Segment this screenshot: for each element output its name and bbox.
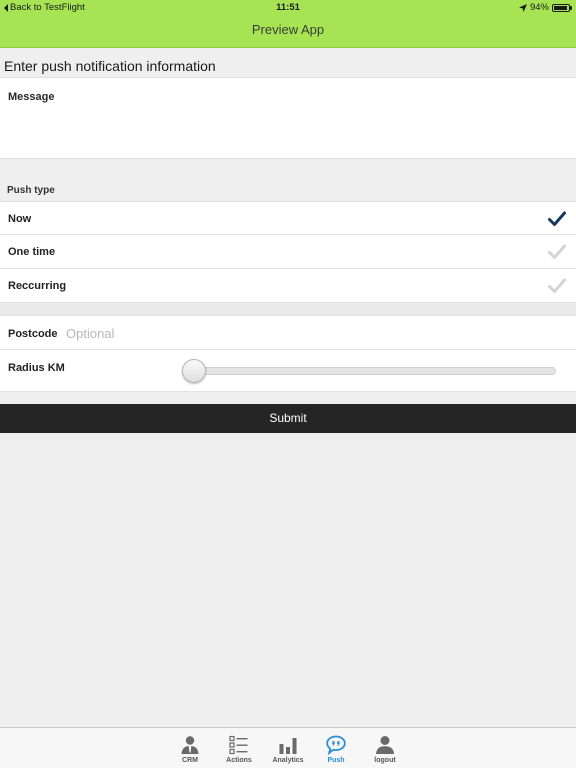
push-type-label: Push type — [7, 185, 55, 196]
tab-actions[interactable]: Actions — [215, 728, 263, 768]
radius-slider-track[interactable] — [190, 367, 556, 375]
postcode-input[interactable]: Optional — [66, 326, 114, 341]
tab-label: Push — [327, 757, 345, 764]
radius-slider-thumb[interactable] — [182, 359, 206, 383]
radius-label: Radius KM — [8, 362, 65, 374]
message-field[interactable]: Message — [0, 77, 576, 159]
tab-label: CRM — [182, 757, 198, 764]
tab-label: Analytics — [272, 757, 304, 764]
app-header: Back to TestFlight 11:51 94% Preview App — [0, 0, 576, 48]
checkmark-icon — [548, 211, 566, 226]
tab-bar: CRM Actions Analytics Push logout — [0, 727, 576, 768]
tab-crm[interactable]: CRM — [166, 728, 214, 768]
speech-bubble-icon — [326, 735, 346, 755]
battery-percent: 94% — [529, 2, 549, 13]
status-bar: Back to TestFlight 11:51 94% — [0, 0, 576, 15]
tab-label: logout — [374, 757, 396, 764]
tab-logout[interactable]: logout — [361, 728, 409, 768]
push-type-option-reccurring[interactable]: Reccurring — [0, 269, 576, 303]
checkmark-icon — [548, 278, 566, 293]
section-title: Enter push notification information — [4, 58, 216, 74]
bar-chart-icon — [279, 738, 297, 754]
status-time: 11:51 — [276, 2, 300, 13]
push-type-option-label: Reccurring — [8, 280, 67, 292]
push-type-option-one-time[interactable]: One time — [0, 235, 576, 269]
person-tie-icon — [181, 736, 199, 754]
push-type-option-label: One time — [8, 246, 56, 258]
section-divider — [0, 304, 576, 315]
tab-label: Actions — [226, 757, 252, 764]
battery-icon — [552, 3, 570, 12]
message-label: Message — [8, 91, 55, 103]
push-type-option-now[interactable]: Now — [0, 201, 576, 235]
checklist-icon — [229, 735, 248, 755]
checkmark-icon — [548, 244, 566, 259]
page-title: Preview App — [251, 22, 325, 37]
postcode-row: Postcode Optional — [0, 315, 576, 350]
tab-push[interactable]: Push — [312, 728, 360, 768]
tab-analytics[interactable]: Analytics — [264, 728, 312, 768]
battery-fill — [554, 5, 568, 10]
status-right: 94% — [518, 2, 572, 13]
person-icon — [376, 736, 394, 754]
location-arrow-icon — [518, 3, 527, 12]
submit-button[interactable]: Submit — [0, 404, 576, 433]
postcode-label: Postcode — [8, 328, 58, 340]
push-type-option-label: Now — [8, 213, 32, 225]
